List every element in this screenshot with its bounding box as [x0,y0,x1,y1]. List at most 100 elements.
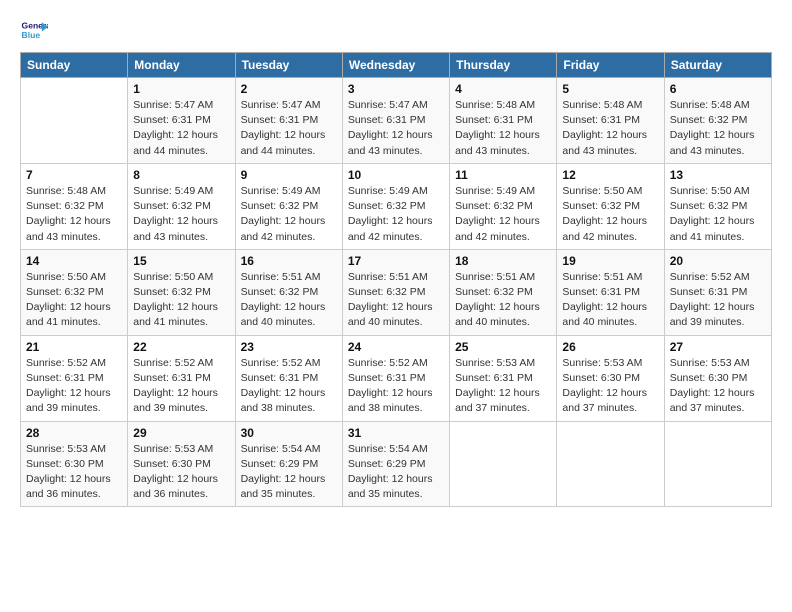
day-detail: Sunrise: 5:50 AM Sunset: 6:32 PM Dayligh… [26,270,122,331]
calendar-cell: 8 Sunrise: 5:49 AM Sunset: 6:32 PM Daylig… [128,163,235,249]
day-number: 21 [26,340,122,354]
day-number: 31 [348,426,444,440]
day-detail: Sunrise: 5:53 AM Sunset: 6:31 PM Dayligh… [455,356,551,417]
day-detail: Sunrise: 5:51 AM Sunset: 6:32 PM Dayligh… [348,270,444,331]
calendar-cell: 20Sunrise: 5:52 AM Sunset: 6:31 PM Dayli… [664,249,771,335]
calendar-cell: 28 Sunrise: 5:53 AM Sunset: 6:30 PM Dayli… [21,421,128,507]
day-number: 8 [133,168,229,182]
calendar-cell: 12Sunrise: 5:50 AM Sunset: 6:32 PM Dayli… [557,163,664,249]
day-detail: Sunrise: 5:53 AM Sunset: 6:30 PM Dayligh… [670,356,766,417]
calendar-cell: 30 Sunrise: 5:54 AM Sunset: 6:29 PM Dayli… [235,421,342,507]
day-number: 4 [455,82,551,96]
day-number: 19 [562,254,658,268]
calendar-cell: 27 Sunrise: 5:53 AM Sunset: 6:30 PM Dayli… [664,335,771,421]
calendar-table: SundayMondayTuesdayWednesdayThursdayFrid… [20,52,772,507]
calendar-cell: 16 Sunrise: 5:51 AM Sunset: 6:32 PM Dayli… [235,249,342,335]
calendar-cell [664,421,771,507]
calendar-header-row: SundayMondayTuesdayWednesdayThursdayFrid… [21,53,772,78]
day-number: 1 [133,82,229,96]
calendar-cell: 2 Sunrise: 5:47 AM Sunset: 6:31 PM Daylig… [235,78,342,164]
day-detail: Sunrise: 5:54 AM Sunset: 6:29 PM Dayligh… [348,442,444,503]
svg-text:Blue: Blue [22,30,41,40]
calendar-cell: 23Sunrise: 5:52 AM Sunset: 6:31 PM Dayli… [235,335,342,421]
day-number: 28 [26,426,122,440]
calendar-cell: 9Sunrise: 5:49 AM Sunset: 6:32 PM Daylig… [235,163,342,249]
calendar-cell: 6Sunrise: 5:48 AM Sunset: 6:32 PM Daylig… [664,78,771,164]
day-detail: Sunrise: 5:51 AM Sunset: 6:32 PM Dayligh… [455,270,551,331]
day-number: 26 [562,340,658,354]
day-detail: Sunrise: 5:47 AM Sunset: 6:31 PM Dayligh… [133,98,229,159]
day-number: 5 [562,82,658,96]
calendar-week-1: 1 Sunrise: 5:47 AM Sunset: 6:31 PM Daylig… [21,78,772,164]
col-header-tuesday: Tuesday [235,53,342,78]
day-number: 30 [241,426,337,440]
day-detail: Sunrise: 5:49 AM Sunset: 6:32 PM Dayligh… [455,184,551,245]
calendar-cell: 22 Sunrise: 5:52 AM Sunset: 6:31 PM Dayli… [128,335,235,421]
calendar-cell [557,421,664,507]
day-number: 29 [133,426,229,440]
calendar-cell: 5 Sunrise: 5:48 AM Sunset: 6:31 PM Daylig… [557,78,664,164]
calendar-week-5: 28 Sunrise: 5:53 AM Sunset: 6:30 PM Dayli… [21,421,772,507]
day-number: 10 [348,168,444,182]
calendar-cell: 29Sunrise: 5:53 AM Sunset: 6:30 PM Dayli… [128,421,235,507]
day-number: 13 [670,168,766,182]
col-header-wednesday: Wednesday [342,53,449,78]
day-detail: Sunrise: 5:51 AM Sunset: 6:32 PM Dayligh… [241,270,337,331]
calendar-cell: 17 Sunrise: 5:51 AM Sunset: 6:32 PM Dayli… [342,249,449,335]
day-detail: Sunrise: 5:49 AM Sunset: 6:32 PM Dayligh… [133,184,229,245]
calendar-cell: 18 Sunrise: 5:51 AM Sunset: 6:32 PM Dayli… [450,249,557,335]
calendar-cell: 19 Sunrise: 5:51 AM Sunset: 6:31 PM Dayli… [557,249,664,335]
calendar-cell: 21 Sunrise: 5:52 AM Sunset: 6:31 PM Dayli… [21,335,128,421]
calendar-week-4: 21 Sunrise: 5:52 AM Sunset: 6:31 PM Dayli… [21,335,772,421]
day-number: 15 [133,254,229,268]
day-detail: Sunrise: 5:52 AM Sunset: 6:31 PM Dayligh… [670,270,766,331]
day-number: 2 [241,82,337,96]
calendar-cell: 25Sunrise: 5:53 AM Sunset: 6:31 PM Dayli… [450,335,557,421]
day-detail: Sunrise: 5:47 AM Sunset: 6:31 PM Dayligh… [348,98,444,159]
day-detail: Sunrise: 5:50 AM Sunset: 6:32 PM Dayligh… [670,184,766,245]
logo: General Blue [20,16,48,44]
calendar-body: 1 Sunrise: 5:47 AM Sunset: 6:31 PM Daylig… [21,78,772,507]
day-number: 16 [241,254,337,268]
day-number: 3 [348,82,444,96]
calendar-cell: 7Sunrise: 5:48 AM Sunset: 6:32 PM Daylig… [21,163,128,249]
calendar-cell: 10 Sunrise: 5:49 AM Sunset: 6:32 PM Dayli… [342,163,449,249]
calendar-cell: 31 Sunrise: 5:54 AM Sunset: 6:29 PM Dayli… [342,421,449,507]
calendar-cell: 26 Sunrise: 5:53 AM Sunset: 6:30 PM Dayli… [557,335,664,421]
col-header-sunday: Sunday [21,53,128,78]
day-number: 9 [241,168,337,182]
day-number: 22 [133,340,229,354]
calendar-cell: 14 Sunrise: 5:50 AM Sunset: 6:32 PM Dayli… [21,249,128,335]
calendar-cell [21,78,128,164]
day-number: 6 [670,82,766,96]
day-detail: Sunrise: 5:48 AM Sunset: 6:31 PM Dayligh… [455,98,551,159]
day-detail: Sunrise: 5:52 AM Sunset: 6:31 PM Dayligh… [348,356,444,417]
calendar-week-3: 14 Sunrise: 5:50 AM Sunset: 6:32 PM Dayli… [21,249,772,335]
day-number: 23 [241,340,337,354]
day-number: 11 [455,168,551,182]
day-detail: Sunrise: 5:51 AM Sunset: 6:31 PM Dayligh… [562,270,658,331]
calendar-week-2: 7Sunrise: 5:48 AM Sunset: 6:32 PM Daylig… [21,163,772,249]
day-detail: Sunrise: 5:49 AM Sunset: 6:32 PM Dayligh… [348,184,444,245]
day-number: 27 [670,340,766,354]
page-header: General Blue [20,16,772,44]
day-number: 14 [26,254,122,268]
day-detail: Sunrise: 5:52 AM Sunset: 6:31 PM Dayligh… [133,356,229,417]
day-detail: Sunrise: 5:47 AM Sunset: 6:31 PM Dayligh… [241,98,337,159]
day-detail: Sunrise: 5:52 AM Sunset: 6:31 PM Dayligh… [26,356,122,417]
day-number: 18 [455,254,551,268]
day-detail: Sunrise: 5:54 AM Sunset: 6:29 PM Dayligh… [241,442,337,503]
calendar-cell: 13 Sunrise: 5:50 AM Sunset: 6:32 PM Dayli… [664,163,771,249]
calendar-cell: 4 Sunrise: 5:48 AM Sunset: 6:31 PM Daylig… [450,78,557,164]
calendar-cell: 15Sunrise: 5:50 AM Sunset: 6:32 PM Dayli… [128,249,235,335]
day-detail: Sunrise: 5:50 AM Sunset: 6:32 PM Dayligh… [562,184,658,245]
day-number: 17 [348,254,444,268]
logo-icon: General Blue [20,16,48,44]
day-detail: Sunrise: 5:48 AM Sunset: 6:31 PM Dayligh… [562,98,658,159]
col-header-thursday: Thursday [450,53,557,78]
day-detail: Sunrise: 5:53 AM Sunset: 6:30 PM Dayligh… [26,442,122,503]
col-header-friday: Friday [557,53,664,78]
day-number: 24 [348,340,444,354]
day-detail: Sunrise: 5:53 AM Sunset: 6:30 PM Dayligh… [562,356,658,417]
calendar-cell: 3 Sunrise: 5:47 AM Sunset: 6:31 PM Daylig… [342,78,449,164]
